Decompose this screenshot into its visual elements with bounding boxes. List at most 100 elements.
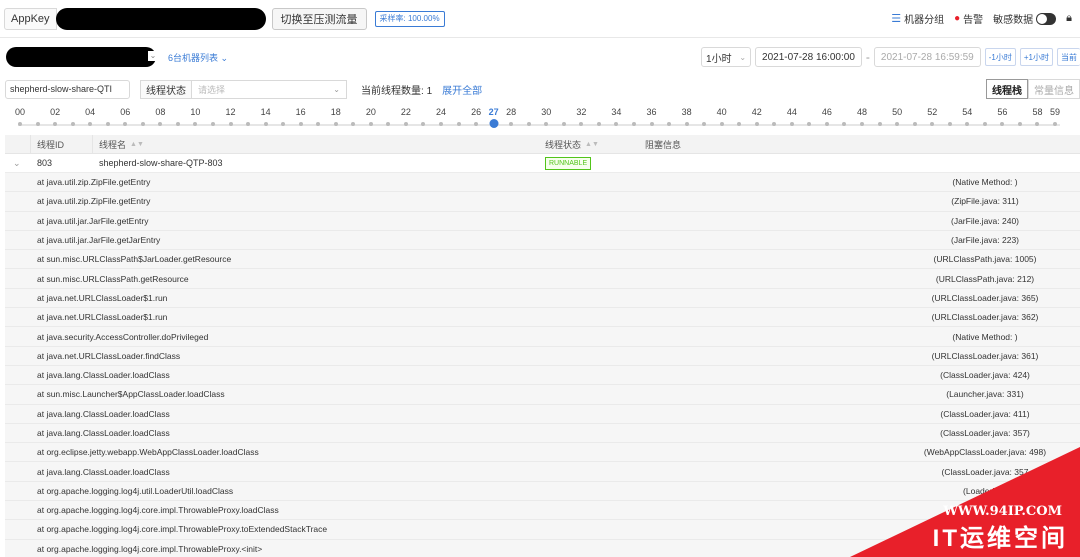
timeline-dot[interactable] — [895, 122, 900, 126]
timeline-dot[interactable] — [246, 122, 251, 126]
timeline-tick-label[interactable]: 46 — [822, 107, 832, 117]
timeline-dot[interactable] — [88, 122, 93, 126]
timeline-dot[interactable] — [439, 122, 444, 126]
timeline-dot[interactable] — [333, 122, 338, 126]
timeline-dot[interactable] — [824, 122, 829, 126]
timeline-tick-label[interactable]: 38 — [682, 107, 692, 117]
timeline-dot[interactable] — [1017, 122, 1022, 126]
tab-thread-stack[interactable]: 线程栈 — [986, 79, 1028, 99]
machine-select-redacted[interactable]: ⌄ — [6, 47, 158, 67]
timeline-handle[interactable] — [489, 119, 499, 128]
timeline-dot[interactable] — [18, 122, 22, 126]
timeline-tick-label[interactable]: 00 — [15, 107, 25, 117]
timeline-dot[interactable] — [228, 122, 233, 126]
timeline-dot[interactable] — [807, 122, 812, 126]
timeline-dot[interactable] — [368, 122, 373, 126]
timeline-dot[interactable] — [509, 122, 514, 126]
timeline-dot[interactable] — [947, 122, 952, 126]
timeline-dot[interactable] — [754, 122, 759, 126]
timeline-dot[interactable] — [965, 122, 970, 126]
timeline-dot[interactable] — [684, 122, 689, 126]
table-row[interactable]: ⌄ 803 shepherd-slow-share-QTP-803 RUNNAB… — [5, 154, 1080, 173]
timeline-tick-label[interactable]: 02 — [50, 107, 60, 117]
timeline-tick-label[interactable]: 44 — [787, 107, 797, 117]
timeline-tick-label[interactable]: 52 — [927, 107, 937, 117]
timeline-dot[interactable] — [860, 122, 865, 126]
timeline-dot[interactable] — [105, 122, 110, 126]
timeline-dot[interactable] — [158, 122, 163, 126]
timeline-tick-label[interactable]: 59 — [1050, 107, 1060, 117]
timeline-dot[interactable] — [421, 122, 426, 126]
timeline-tick-label[interactable]: 26 — [471, 107, 481, 117]
timeline-tick-label[interactable]: 27 — [489, 107, 499, 117]
timeline-dot[interactable] — [912, 122, 917, 126]
timeline-dot[interactable] — [877, 122, 882, 126]
start-time-input[interactable]: 2021-07-28 16:00:00 — [755, 47, 862, 67]
timeline-tick-label[interactable]: 14 — [261, 107, 271, 117]
collapse-icon[interactable]: ⌄ — [5, 154, 31, 173]
column-thread-name[interactable]: 线程名 ▲▼ — [93, 135, 539, 154]
timeline-dot[interactable] — [719, 122, 724, 126]
timeline-tick-label[interactable]: 24 — [436, 107, 446, 117]
timeline-tick-label[interactable]: 10 — [190, 107, 200, 117]
timeline-dot[interactable] — [316, 122, 321, 126]
timeline-dot[interactable] — [842, 122, 847, 126]
timeline-tick-label[interactable]: 06 — [120, 107, 130, 117]
timeline-dot[interactable] — [70, 122, 75, 126]
end-time-input[interactable]: 2021-07-28 16:59:59 — [873, 47, 981, 67]
timeline-tick-label[interactable]: 40 — [717, 107, 727, 117]
tab-constant-info[interactable]: 常量信息 — [1028, 79, 1080, 99]
timeline-tick-label[interactable]: 56 — [997, 107, 1007, 117]
timeline-tick-label[interactable]: 48 — [857, 107, 867, 117]
machine-list-link[interactable]: 6台机器列表 ⌄ — [168, 51, 228, 64]
timeline-dot[interactable] — [474, 122, 479, 126]
minute-timeline-slider[interactable]: 00 02 04 06 08 10 12 14 16 18 20 22 24 26 27 28 30 32 34 36… — [0, 107, 1080, 129]
timeline-tick-label[interactable]: 16 — [296, 107, 306, 117]
timeline-tick-label[interactable]: 58 — [1032, 107, 1042, 117]
timeline-dot[interactable] — [140, 122, 145, 126]
timeline-tick-label[interactable]: 08 — [155, 107, 165, 117]
timeline-dot[interactable] — [579, 122, 584, 126]
alert-link[interactable]: ● 告警 — [954, 11, 983, 26]
timeline-tick-label[interactable]: 32 — [576, 107, 586, 117]
appkey-select-redacted[interactable] — [55, 7, 266, 30]
timeline-dot[interactable] — [35, 122, 40, 126]
timeline-dot[interactable] — [1035, 122, 1040, 126]
timeline-dot[interactable] — [614, 122, 619, 126]
timeline-tick-label[interactable]: 20 — [366, 107, 376, 117]
minus-hour-button[interactable]: -1小时 — [984, 48, 1016, 66]
timeline-dot[interactable] — [667, 122, 672, 126]
timeline-tick-label[interactable]: 54 — [962, 107, 972, 117]
machine-group-link[interactable]: ☰ 机器分组 — [891, 11, 944, 26]
timeline-dot[interactable] — [281, 122, 286, 126]
timeline-tick-label[interactable]: 22 — [401, 107, 411, 117]
timeline-dot[interactable] — [789, 122, 794, 126]
timeline-tick-label[interactable]: 18 — [331, 107, 341, 117]
timeline-dot[interactable] — [386, 122, 391, 126]
timeline-dot[interactable] — [456, 122, 461, 126]
timeline-dot[interactable] — [526, 122, 531, 126]
timeline-dot[interactable] — [263, 122, 268, 126]
timeline-tick-label[interactable]: 12 — [225, 107, 235, 117]
sort-icon[interactable]: ▲▼ — [585, 141, 599, 148]
timeline-dot[interactable] — [403, 122, 408, 126]
timeline-dot[interactable] — [702, 122, 707, 126]
timeline-tick-label[interactable]: 36 — [647, 107, 657, 117]
timeline-dot[interactable] — [982, 122, 987, 126]
timeline-tick-label[interactable]: 04 — [85, 107, 95, 117]
timeline-dot[interactable] — [544, 122, 549, 126]
timeline-dot[interactable] — [772, 122, 777, 126]
time-range-select[interactable]: 1小时 ⌄ — [701, 47, 752, 67]
sort-icon[interactable]: ▲▼ — [130, 141, 144, 148]
current-button[interactable]: 当前 — [1057, 48, 1080, 66]
timeline-tick-label[interactable]: 50 — [892, 107, 902, 117]
plus-hour-button[interactable]: +1小时 — [1019, 48, 1053, 66]
timeline-dot[interactable] — [737, 122, 742, 126]
timeline-dot[interactable] — [1000, 122, 1005, 126]
expand-all-link[interactable]: 展开全部 — [442, 82, 482, 97]
timeline-dot[interactable] — [930, 122, 935, 126]
timeline-dot[interactable] — [631, 122, 636, 126]
timeline-dot[interactable] — [193, 122, 198, 126]
timeline-dot[interactable] — [649, 122, 654, 126]
timeline-tick-label[interactable]: 28 — [506, 107, 516, 117]
